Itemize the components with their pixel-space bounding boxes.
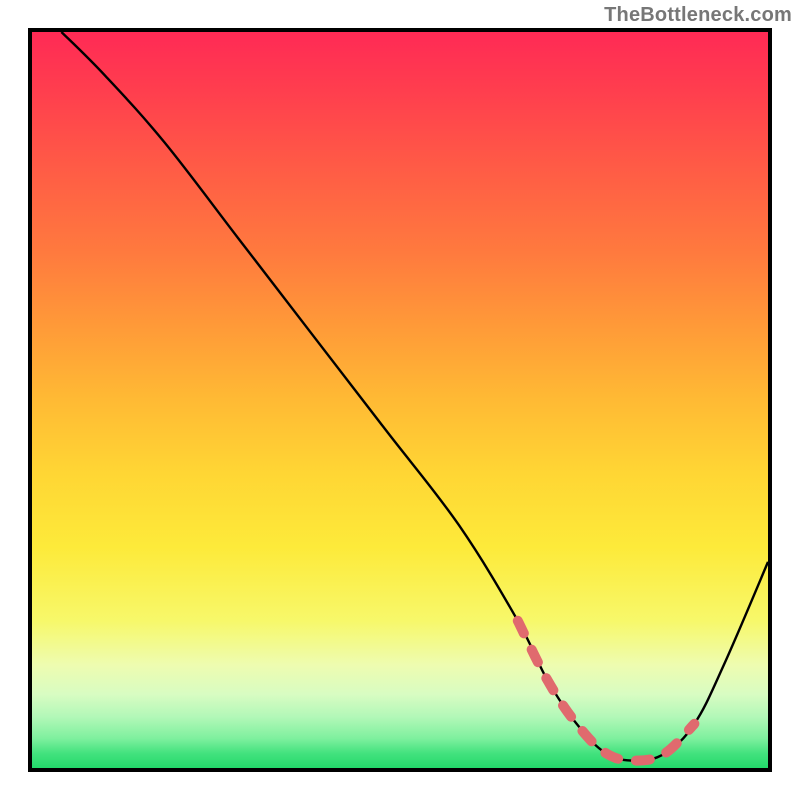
bottleneck-curve-path	[61, 32, 768, 761]
watermark-text: TheBottleneck.com	[604, 4, 792, 27]
plot-area	[28, 28, 772, 772]
chart-stage: TheBottleneck.com	[0, 0, 800, 800]
curve-layer	[32, 32, 768, 768]
highlight-dash-path	[518, 621, 695, 761]
